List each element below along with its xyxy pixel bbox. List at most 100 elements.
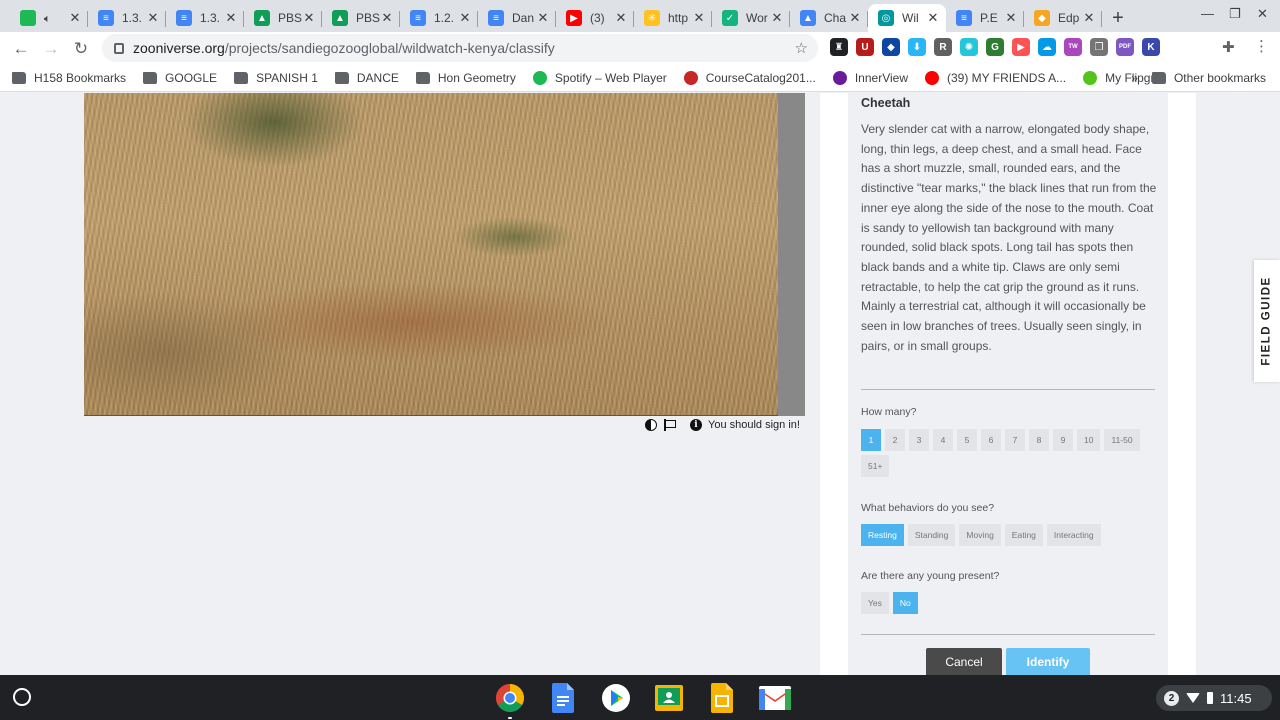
extensions-puzzle-icon[interactable]: ✚ (1222, 38, 1235, 56)
google-docs-icon[interactable] (545, 683, 581, 713)
launcher-circle-icon[interactable] (13, 688, 31, 706)
browser-tab[interactable]: ≡ 1.3. ✕ (88, 4, 166, 32)
answer-option[interactable]: 7 (1005, 429, 1025, 451)
tab-close-icon[interactable]: ✕ (1082, 10, 1096, 26)
tab-close-icon[interactable]: ✕ (926, 10, 940, 26)
answer-option[interactable]: 8 (1029, 429, 1049, 451)
minimize-icon[interactable]: — (1201, 6, 1214, 21)
answer-option[interactable]: 10 (1077, 429, 1101, 451)
grammar-icon[interactable]: G (986, 38, 1004, 56)
google-slides-icon[interactable] (704, 683, 740, 713)
bolt-icon[interactable]: ◆ (882, 38, 900, 56)
menu-kebab-icon[interactable]: ⋮ (1254, 37, 1269, 55)
answer-option[interactable]: 11-50 (1104, 429, 1140, 451)
bookmark-item[interactable]: H158 Bookmarks (12, 71, 126, 85)
google-classroom-icon[interactable] (651, 683, 687, 713)
shield-icon[interactable]: U (856, 38, 874, 56)
copy-icon[interactable]: ❐ (1090, 38, 1108, 56)
bookmark-item[interactable]: DANCE (334, 71, 399, 85)
identify-button[interactable]: Identify (1006, 648, 1090, 675)
answer-option[interactable]: 4 (933, 429, 953, 451)
reload-icon[interactable]: ↻ (66, 34, 96, 64)
browser-tab[interactable]: ▲ PBS ✕ (322, 4, 400, 32)
browser-tab[interactable]: ▲ PBS ✕ (244, 4, 322, 32)
ghost-icon[interactable]: ♜ (830, 38, 848, 56)
chrome-icon[interactable] (492, 683, 528, 719)
browser-tab[interactable]: ◆ Edp ✕ (1024, 4, 1102, 32)
answer-option[interactable]: Moving (959, 524, 1001, 546)
forward-arrow-icon[interactable]: → (36, 34, 66, 64)
restore-icon[interactable]: ❐ (1229, 6, 1241, 22)
tab-close-icon[interactable]: ✕ (692, 10, 706, 26)
tab-close-icon[interactable]: ✕ (848, 10, 862, 26)
bookmark-item[interactable]: (39) MY FRIENDS A... (925, 71, 1066, 85)
browser-tab[interactable]: ≡ 1.2. ✕ (400, 4, 478, 32)
play-store-icon[interactable] (598, 683, 634, 713)
browser-tab[interactable]: 🔈︎ ✕ (10, 4, 88, 32)
close-window-icon[interactable]: ✕ (1257, 6, 1268, 22)
tw-icon[interactable]: TW (1064, 38, 1082, 56)
answer-option[interactable]: 6 (981, 429, 1001, 451)
reader-icon[interactable]: R (934, 38, 952, 56)
answer-option[interactable]: Standing (907, 524, 956, 546)
browser-tab[interactable]: ✳ http ✕ (634, 4, 712, 32)
sign-in-notice[interactable]: You should sign in! (708, 419, 800, 431)
answer-option[interactable]: 1 (861, 429, 881, 451)
browser-tab[interactable]: ≡ Dan ✕ (478, 4, 556, 32)
globe-icon[interactable]: ✺ (960, 38, 978, 56)
browser-tab[interactable]: ✓ Wor ✕ (712, 4, 790, 32)
browser-tab[interactable]: ◎ Wil ✕ (868, 4, 946, 32)
screencast-icon[interactable]: ▶ (1012, 38, 1030, 56)
new-tab-button[interactable]: + (1102, 4, 1134, 32)
tab-close-icon[interactable]: ✕ (146, 10, 160, 26)
tab-close-icon[interactable]: ✕ (302, 10, 316, 26)
cancel-button[interactable]: Cancel (926, 648, 1002, 675)
info-icon[interactable]: i (690, 419, 702, 431)
browser-tab[interactable]: ≡ 1.3. ✕ (166, 4, 244, 32)
browser-tab[interactable]: ≡ P.E ✕ (946, 4, 1024, 32)
answer-option[interactable]: Yes (861, 592, 889, 614)
answer-option[interactable]: Eating (1004, 524, 1043, 546)
bookmark-item[interactable]: Hon Geometry (415, 71, 516, 85)
back-arrow-icon[interactable]: ← (6, 34, 36, 64)
tab-close-icon[interactable]: ✕ (224, 10, 238, 26)
bookmark-star-icon[interactable]: ☆ (795, 39, 808, 57)
tab-close-icon[interactable]: ✕ (614, 10, 628, 26)
bookmark-item[interactable]: GOOGLE (143, 71, 217, 85)
tab-close-icon[interactable]: ✕ (380, 10, 394, 26)
bookmark-item[interactable]: CourseCatalog201... (683, 71, 816, 85)
answer-option[interactable]: 5 (957, 429, 977, 451)
browser-tab[interactable]: ▶ (3) ✕ (556, 4, 634, 32)
download-icon[interactable]: ⬇ (908, 38, 926, 56)
answer-option[interactable]: No (892, 592, 918, 614)
answer-option[interactable]: 51+ (861, 455, 890, 477)
tab-close-icon[interactable]: ✕ (68, 10, 82, 26)
spotify-icon (532, 71, 547, 85)
pdf-icon[interactable]: PDF (1116, 38, 1134, 56)
tab-audio-icon[interactable]: 🔈︎ (44, 13, 51, 25)
other-bookmarks-link[interactable]: Other bookmarks (1174, 71, 1266, 85)
subject-image[interactable] (84, 93, 778, 416)
answer-option[interactable]: 3 (909, 429, 929, 451)
bookmark-item[interactable]: Spotify – Web Player (532, 71, 667, 85)
k-icon[interactable]: K (1142, 38, 1160, 56)
answer-option[interactable]: Resting (861, 524, 904, 546)
tab-close-icon[interactable]: ✕ (770, 10, 784, 26)
tab-close-icon[interactable]: ✕ (536, 10, 550, 26)
answer-option[interactable]: 9 (1053, 429, 1073, 451)
cloud-icon[interactable]: ☁ (1038, 38, 1056, 56)
bookmark-item[interactable]: SPANISH 1 (234, 71, 318, 85)
gmail-icon[interactable] (757, 683, 793, 713)
answer-option[interactable]: 2 (885, 429, 905, 451)
status-tray[interactable]: 2 11:45 (1156, 685, 1272, 711)
tab-close-icon[interactable]: ✕ (458, 10, 472, 26)
invert-contrast-icon[interactable] (645, 419, 657, 431)
field-guide-tab[interactable]: FIELD GUIDE (1254, 260, 1280, 382)
browser-tab[interactable]: ▲ Cha ✕ (790, 4, 868, 32)
bookmarks-overflow-button[interactable]: » (1131, 71, 1138, 85)
bookmark-item[interactable]: InnerView (832, 71, 908, 85)
answer-option[interactable]: Interacting (1046, 524, 1101, 546)
address-bar[interactable]: zooniverse.org/projects/sandiegozoogloba… (102, 34, 818, 62)
tab-close-icon[interactable]: ✕ (1004, 10, 1018, 26)
flag-icon[interactable] (663, 419, 676, 431)
